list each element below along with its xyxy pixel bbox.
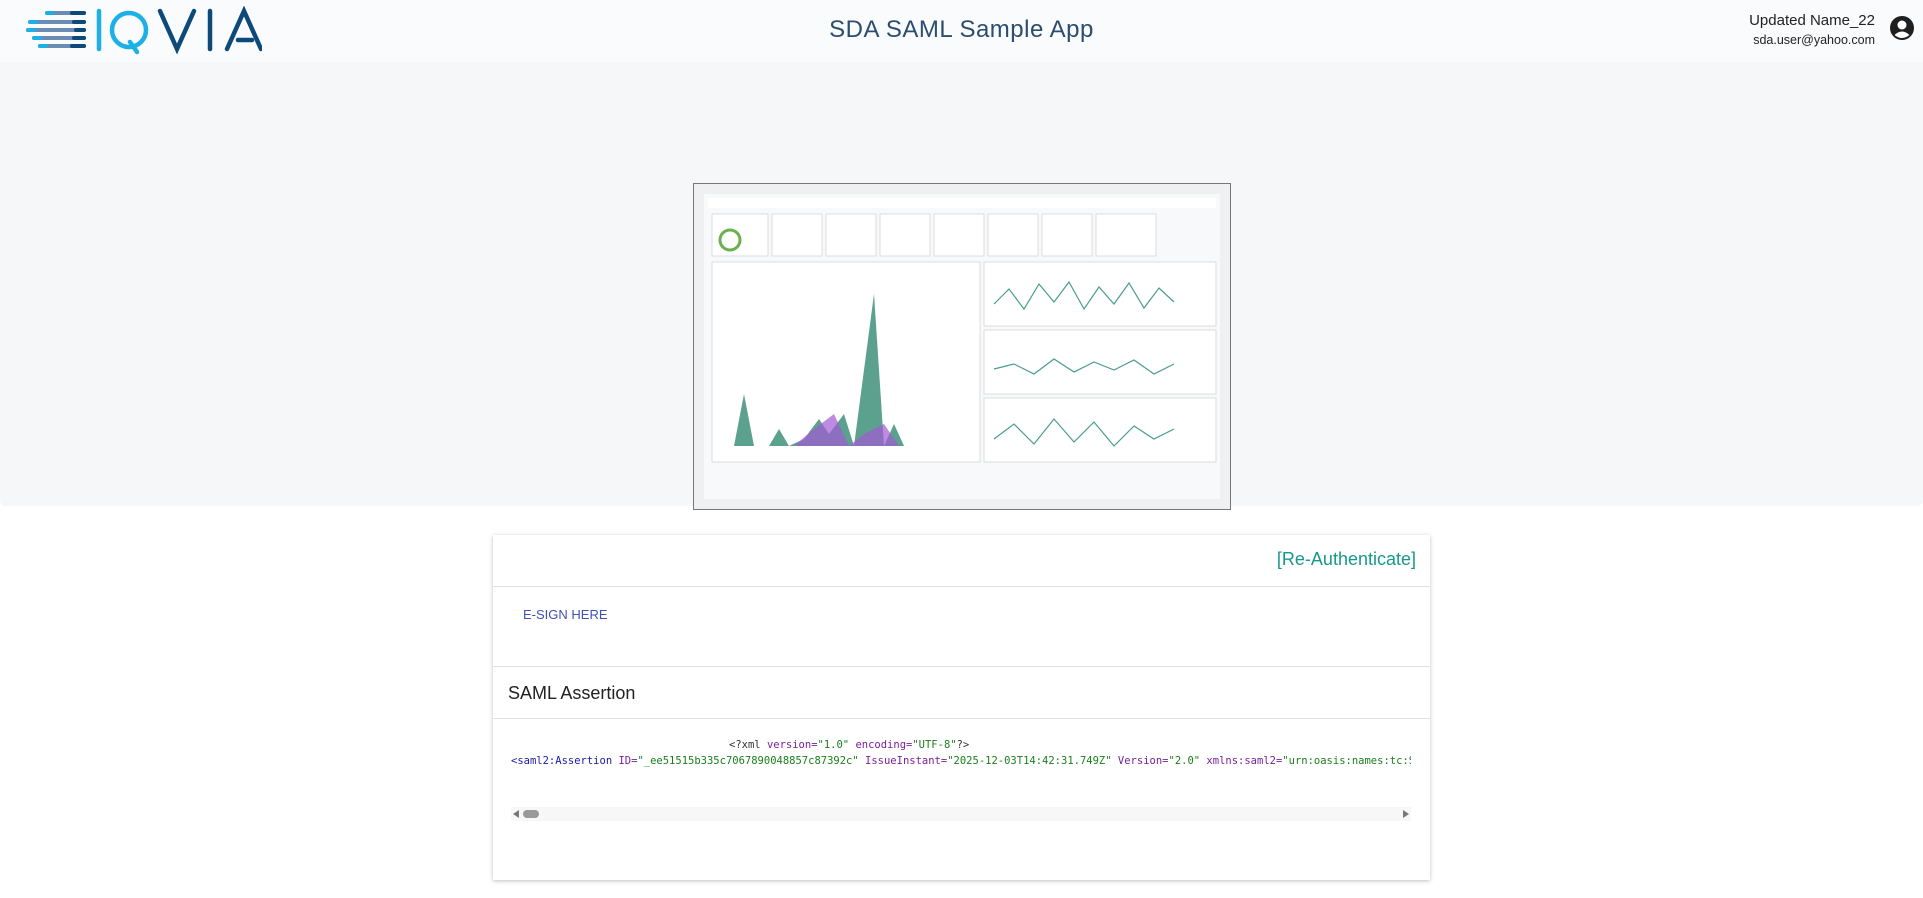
esign-section: E-SIGN HERE: [493, 587, 1430, 667]
dashboard-preview-image: [693, 183, 1231, 510]
esign-button[interactable]: E-SIGN HERE: [523, 607, 608, 622]
re-authenticate-link[interactable]: [Re-Authenticate]: [1277, 549, 1416, 570]
saml-header: SAML Assertion: [493, 667, 1430, 719]
scroll-left-icon: [513, 810, 519, 818]
saml-assertion-title: SAML Assertion: [508, 683, 636, 703]
horizontal-scrollbar[interactable]: [511, 807, 1411, 821]
user-info: Updated Name_22 sda.user@yahoo.com: [1749, 12, 1875, 47]
saml-card: [Re-Authenticate] E-SIGN HERE SAML Asser…: [493, 535, 1430, 880]
assertion-line: <saml2:Assertion ID="_ee51515b335c706789…: [511, 755, 1411, 767]
scroll-right-icon: [1403, 810, 1409, 818]
app-title: SDA SAML Sample App: [829, 16, 1094, 43]
account-circle-icon[interactable]: [1889, 15, 1915, 41]
card-header: [Re-Authenticate]: [493, 535, 1430, 587]
xml-declaration: <?xml version="1.0" encoding="UTF-8"?>: [729, 739, 970, 751]
user-email: sda.user@yahoo.com: [1753, 33, 1875, 47]
top-bar: SDA SAML Sample App Updated Name_22 sda.…: [0, 0, 1923, 62]
hero-banner: [0, 62, 1923, 510]
user-name: Updated Name_22: [1749, 12, 1875, 29]
saml-content: <?xml version="1.0" encoding="UTF-8"?> <…: [493, 719, 1430, 879]
scroll-thumb: [523, 810, 539, 818]
